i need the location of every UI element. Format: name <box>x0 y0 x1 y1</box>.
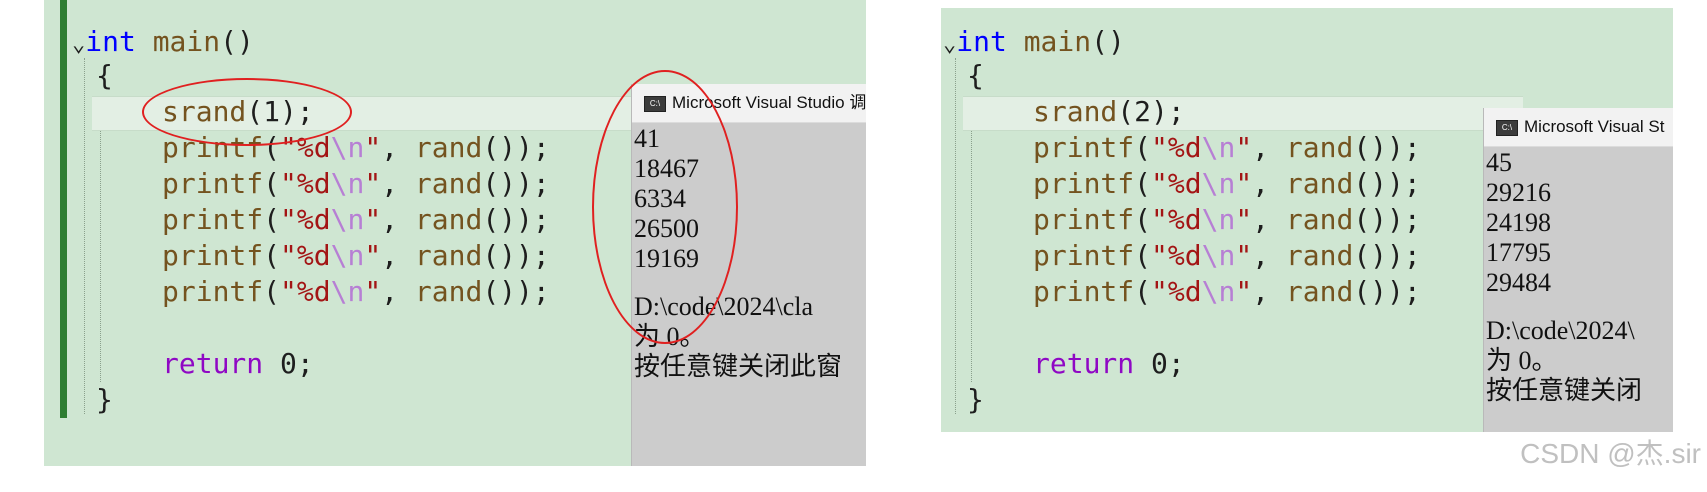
right-editor-panel: ⌄int main() { srand(2); printf("%d\n", r… <box>941 8 1673 432</box>
scope-guide-line <box>84 58 86 414</box>
code-line-open-brace[interactable]: { <box>967 58 984 93</box>
code-line-open-brace[interactable]: { <box>96 58 113 93</box>
output-line: 24198 <box>1486 208 1551 237</box>
code-line-srand[interactable]: srand(2); <box>1033 94 1185 129</box>
code-line-printf[interactable]: printf("%d\n", rand()); <box>1033 238 1421 273</box>
annotation-ellipse-srand <box>142 78 352 146</box>
code-line-printf[interactable]: printf("%d\n", rand()); <box>1033 130 1421 165</box>
output-line: 45 <box>1486 148 1512 177</box>
code-line-printf[interactable]: printf("%d\n", rand()); <box>162 166 550 201</box>
chevron-down-icon[interactable]: ⌄ <box>943 32 956 57</box>
change-indicator-bar <box>60 0 67 418</box>
watermark: CSDN @杰.sir <box>1520 438 1701 469</box>
left-editor-panel: ⌄int main() { srand(1); printf("%d\n", r… <box>44 0 866 466</box>
code-line-main[interactable]: ⌄int main() <box>943 24 1125 62</box>
chevron-down-icon[interactable]: ⌄ <box>72 32 85 57</box>
console-window[interactable]: C:\ Microsoft Visual St 45 29216 24198 17795… <box>1483 108 1673 432</box>
code-line-return[interactable]: return 0; <box>1033 346 1185 381</box>
annotation-ellipse-output <box>592 70 738 344</box>
scope-guide-line <box>100 112 102 382</box>
code-line-printf[interactable]: printf("%d\n", rand()); <box>162 238 550 273</box>
output-line: 17795 <box>1486 238 1551 267</box>
output-line: 29216 <box>1486 178 1551 207</box>
scope-guide-line <box>971 112 973 382</box>
code-line-main[interactable]: ⌄int main() <box>72 24 254 62</box>
scope-guide-line <box>955 58 957 414</box>
console-titlebar[interactable]: C:\ Microsoft Visual St <box>1484 108 1673 147</box>
output-path-line: D:\code\2024\ <box>1486 316 1635 345</box>
code-line-return[interactable]: return 0; <box>162 346 314 381</box>
output-exit-line: 为 0。 <box>1486 346 1558 375</box>
code-line-printf[interactable]: printf("%d\n", rand()); <box>1033 166 1421 201</box>
output-line: 29484 <box>1486 268 1551 297</box>
console-title: Microsoft Visual St <box>1524 117 1665 136</box>
console-output: 45 29216 24198 17795 29484 D:\code\2024\ 为 0。按… <box>1484 148 1673 432</box>
code-line-printf[interactable]: printf("%d\n", rand()); <box>162 202 550 237</box>
code-line-printf[interactable]: printf("%d\n", rand()); <box>1033 274 1421 309</box>
code-line-close-brace[interactable]: } <box>96 382 113 417</box>
vs-console-icon: C:\ <box>1496 119 1518 136</box>
code-line-printf[interactable]: printf("%d\n", rand()); <box>162 274 550 309</box>
code-line-printf[interactable]: printf("%d\n", rand()); <box>1033 202 1421 237</box>
output-press-key-line: 按任意键关闭 <box>1486 376 1643 405</box>
output-press-key-line: 按任意键关闭此窗 <box>634 352 843 381</box>
code-line-close-brace[interactable]: } <box>967 382 984 417</box>
